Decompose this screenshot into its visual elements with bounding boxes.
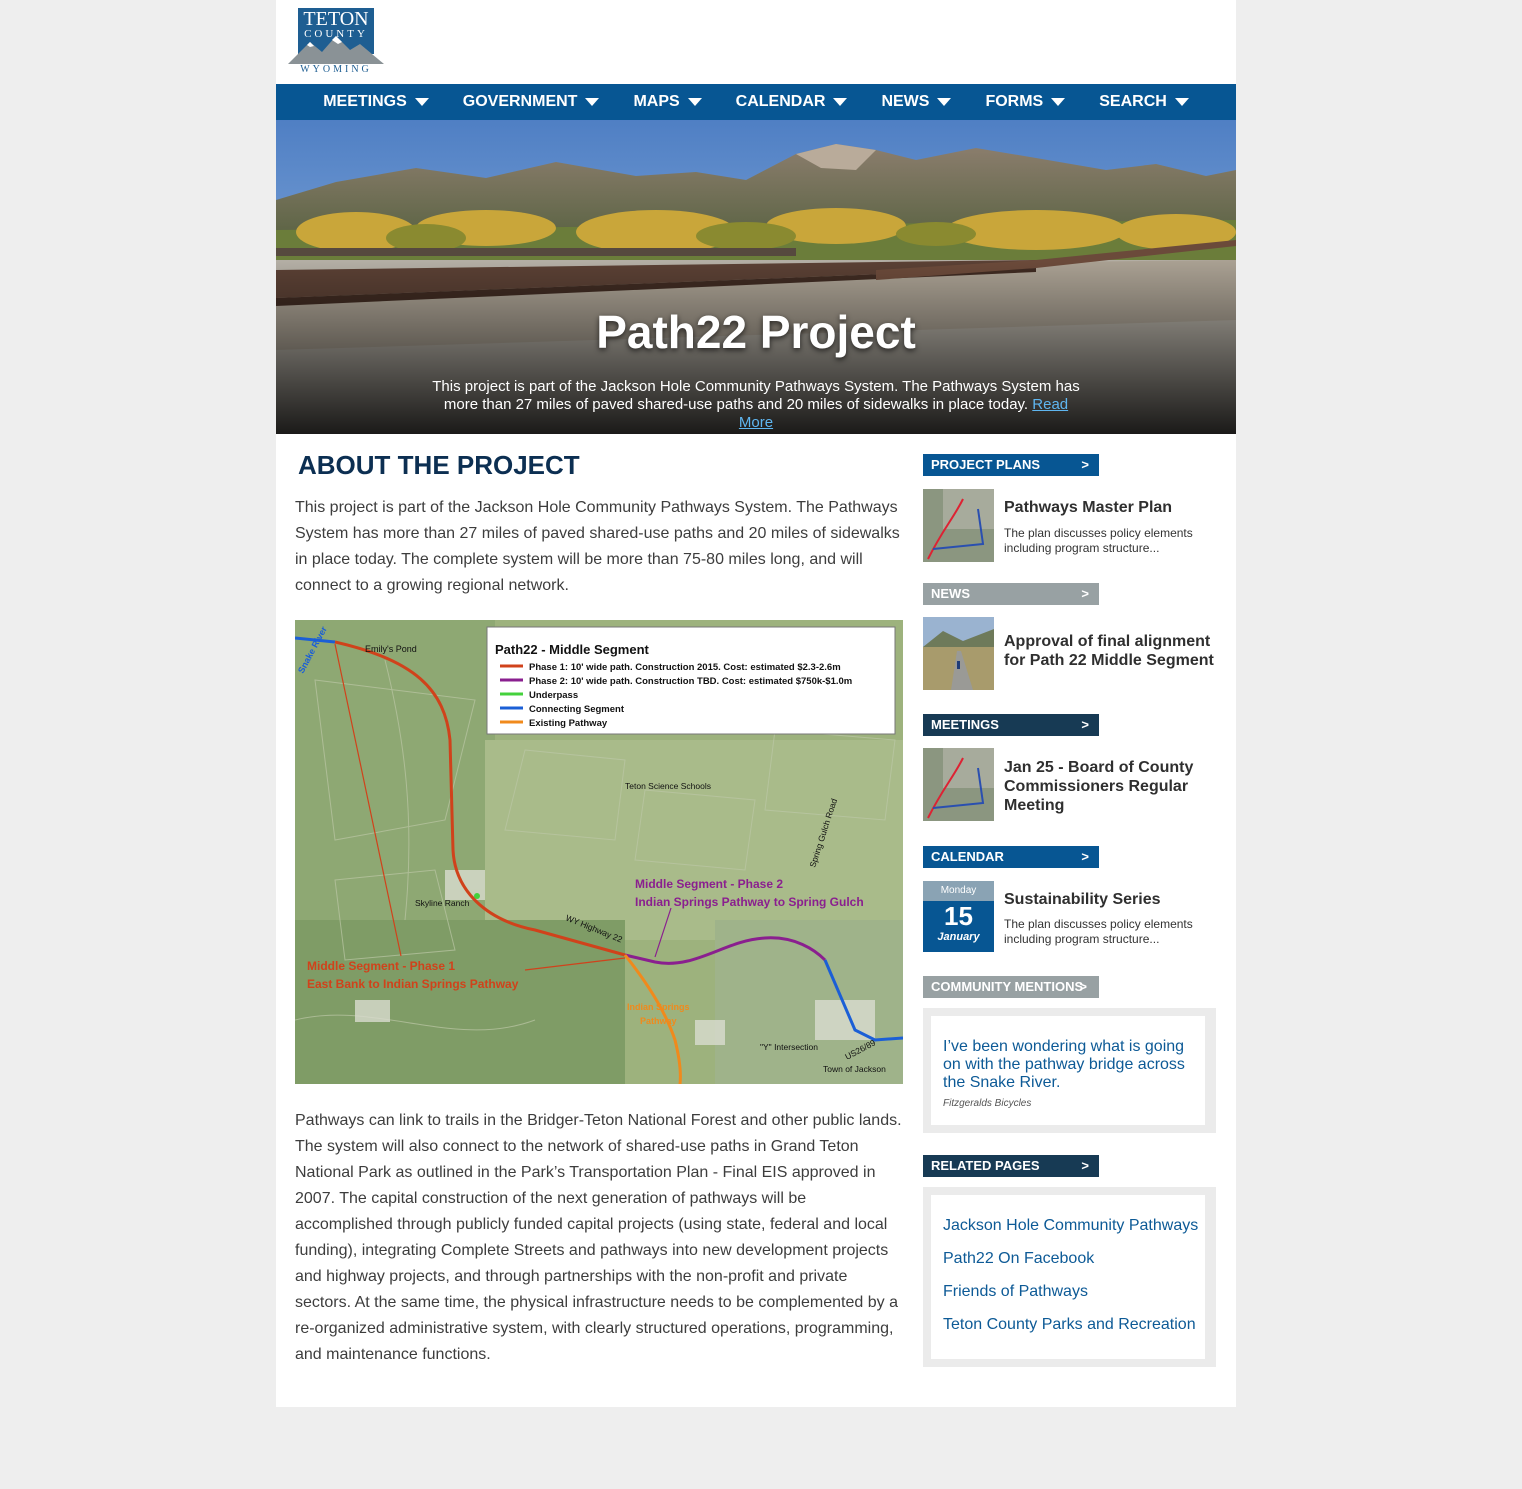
about-heading: ABOUT THE PROJECT: [298, 450, 580, 480]
news-header[interactable]: NEWS >: [923, 583, 1099, 605]
legend-item: Phase 1: 10' wide path. Construction 201…: [529, 662, 841, 673]
map-label: "Y" Intersection: [760, 1042, 818, 1052]
news-label: NEWS: [931, 586, 970, 601]
hero-banner: Path22 Project This project is part of t…: [276, 120, 1236, 434]
hero-description: This project is part of the Jackson Hole…: [432, 378, 1080, 413]
intro-paragraph: This project is part of the Jackson Hole…: [295, 499, 900, 594]
related-pages-box: Jackson Hole Community Pathways Path22 O…: [923, 1187, 1216, 1367]
nav-calendar[interactable]: CALENDAR: [736, 93, 848, 111]
related-pages-label: RELATED PAGES: [931, 1158, 1040, 1173]
nav-label: NEWS: [881, 93, 930, 110]
map-label: Skyline Ranch: [415, 898, 470, 908]
nav-government[interactable]: GOVERNMENT: [463, 93, 600, 111]
map-label: Middle Segment - Phase 1: [307, 959, 455, 973]
project-plans-label: PROJECT PLANS: [931, 457, 1041, 472]
plans-description: The plan discusses policy elements inclu…: [1004, 526, 1193, 555]
meeting-title[interactable]: Jan 25 - Board of County Commissioners R…: [1004, 758, 1204, 815]
arrow-right-icon: >: [1081, 457, 1089, 472]
community-mentions-header[interactable]: COMMUNITY MENTIONS >: [923, 976, 1099, 998]
related-pages-header[interactable]: RELATED PAGES >: [923, 1155, 1099, 1177]
caret-down-icon: [414, 98, 429, 106]
meetings-label: MEETINGS: [931, 717, 999, 732]
teton-county-logo[interactable]: TETON COUNTY WYOMING: [288, 6, 384, 76]
mentions-card: I’ve been wondering what is going on wit…: [931, 1016, 1205, 1125]
calendar-day-number: 15: [944, 901, 973, 931]
map-thumbnail-image: [923, 748, 994, 821]
arrow-right-icon: >: [1081, 849, 1089, 864]
legend-title: Path22 - Middle Segment: [495, 642, 650, 657]
mention-quote[interactable]: I’ve been wondering what is going on wit…: [943, 1038, 1193, 1092]
caret-down-icon: [1174, 98, 1189, 106]
caret-down-icon: [833, 98, 848, 106]
nav-label: SEARCH: [1099, 93, 1167, 110]
nav-label: CALENDAR: [735, 93, 826, 110]
legend-item: Connecting Segment: [529, 704, 625, 715]
calendar-month: January: [937, 931, 980, 943]
legend-item: Existing Pathway: [529, 718, 608, 729]
map-label: Indian Springs Pathway to Spring Gulch: [635, 895, 864, 909]
map-label: Town of Jackson: [823, 1064, 886, 1074]
nav-news[interactable]: NEWS: [881, 93, 952, 111]
legend-item: Phase 2: 10' wide path. Construction TBD…: [529, 676, 852, 687]
related-pages-card: Jackson Hole Community Pathways Path22 O…: [931, 1195, 1205, 1359]
hero-text: This project is part of the Jackson Hole…: [426, 378, 1086, 432]
caret-down-icon: [1051, 98, 1066, 106]
nav-forms[interactable]: FORMS: [985, 93, 1066, 111]
calendar-weekday: Monday: [923, 881, 994, 901]
nav-maps[interactable]: MAPS: [633, 93, 702, 111]
community-mentions-label: COMMUNITY MENTIONS: [931, 979, 1084, 994]
nav-label: GOVERNMENT: [462, 93, 578, 110]
map-label: Indian Springs: [627, 1002, 690, 1012]
map-label: East Bank to Indian Springs Pathway: [307, 977, 519, 991]
related-link[interactable]: Jackson Hole Community Pathways: [943, 1217, 1198, 1235]
meetings-header[interactable]: MEETINGS >: [923, 714, 1099, 736]
calendar-header[interactable]: CALENDAR >: [923, 846, 1099, 868]
mention-source: Fitzgeralds Bicycles: [943, 1098, 1032, 1109]
related-link[interactable]: Path22 On Facebook: [943, 1250, 1094, 1268]
arrow-right-icon: >: [1081, 586, 1089, 601]
arrow-right-icon: >: [1079, 979, 1087, 994]
map-label: Middle Segment - Phase 2: [635, 877, 783, 891]
mountain-icon: [288, 36, 384, 64]
news-thumbnail[interactable]: [923, 617, 994, 690]
plans-thumbnail[interactable]: [923, 489, 994, 562]
hero-title: Path22 Project: [596, 306, 916, 358]
event-description: The plan discusses policy elements inclu…: [1004, 917, 1193, 946]
calendar-label: CALENDAR: [931, 849, 1004, 864]
caret-down-icon: [585, 98, 600, 106]
map-label: Emily's Pond: [365, 644, 417, 654]
map-image: Path22 - Middle Segment Phase 1: 10' wid…: [295, 620, 903, 1084]
page: TETON COUNTY WYOMING MEETINGS GOVERNMENT…: [276, 0, 1236, 1407]
map-label: Teton Science Schools: [625, 781, 711, 791]
meetings-thumbnail[interactable]: [923, 748, 994, 821]
logo-line3: WYOMING: [300, 64, 372, 75]
arrow-right-icon: >: [1081, 1158, 1089, 1173]
map-thumbnail-image: [923, 489, 994, 562]
caret-down-icon: [687, 98, 702, 106]
logo-line1: TETON: [303, 8, 369, 30]
news-title[interactable]: Approval of final alignment for Path 22 …: [1004, 632, 1214, 670]
nav-label: MAPS: [633, 93, 680, 110]
plans-title[interactable]: Pathways Master Plan: [1004, 498, 1172, 517]
related-link[interactable]: Teton County Parks and Recreation: [943, 1316, 1196, 1334]
nav-label: FORMS: [985, 93, 1044, 110]
project-plans-header[interactable]: PROJECT PLANS >: [923, 454, 1099, 476]
mentions-box: I’ve been wondering what is going on wit…: [923, 1008, 1216, 1133]
arrow-right-icon: >: [1081, 717, 1089, 732]
path-photo-image: [923, 617, 994, 690]
map-label: Pathway: [640, 1016, 677, 1026]
path22-map[interactable]: Path22 - Middle Segment Phase 1: 10' wid…: [295, 620, 903, 1084]
related-link[interactable]: Friends of Pathways: [943, 1283, 1088, 1301]
calendar-date-badge: Monday 15 January: [923, 881, 994, 952]
main-nav: MEETINGS GOVERNMENT MAPS CALENDAR NEWS F…: [276, 84, 1236, 120]
event-title[interactable]: Sustainability Series: [1004, 890, 1161, 909]
nav-search[interactable]: SEARCH: [1099, 93, 1189, 111]
legend-item: Underpass: [529, 690, 578, 701]
caret-down-icon: [937, 98, 952, 106]
pathways-paragraph: Pathways can link to trails in the Bridg…: [295, 1112, 902, 1363]
nav-label: MEETINGS: [323, 93, 407, 110]
nav-meetings[interactable]: MEETINGS: [323, 93, 429, 111]
